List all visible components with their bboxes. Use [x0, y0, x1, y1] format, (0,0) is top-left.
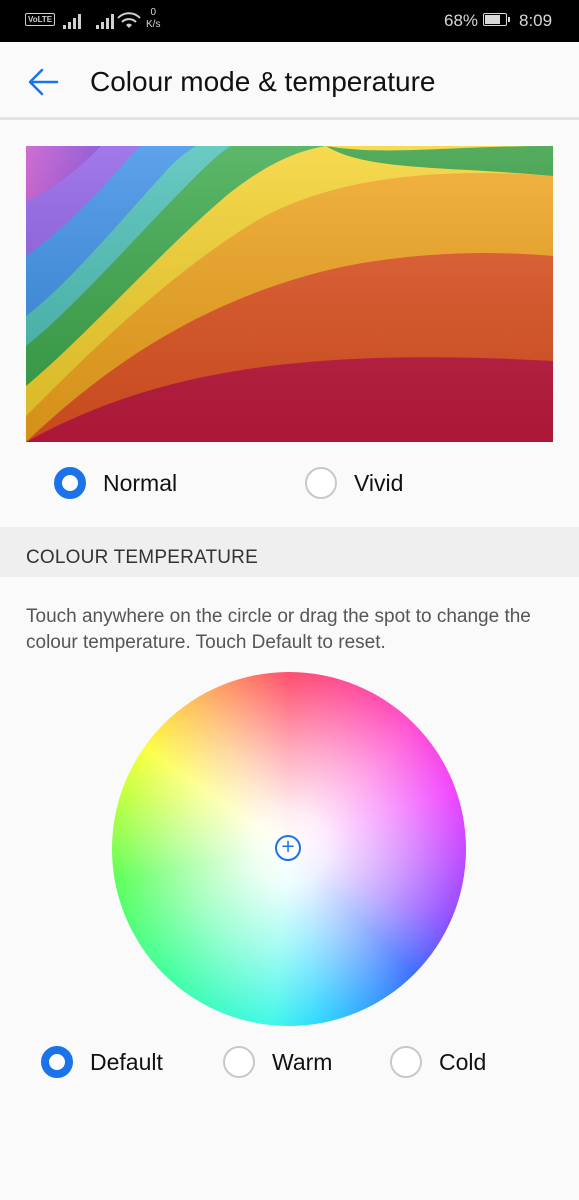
section-title: COLOUR TEMPERATURE: [26, 547, 258, 568]
network-speed-value: 0: [150, 7, 156, 18]
battery-level-fill: [485, 15, 500, 24]
radio-cold-indicator[interactable]: [390, 1046, 422, 1078]
radio-normal[interactable]: Normal: [54, 467, 177, 499]
clock: 8:09: [519, 11, 553, 30]
page-title: Colour mode & temperature: [90, 66, 436, 97]
signal-strength-icon: [63, 14, 81, 29]
temperature-spot-handle[interactable]: +: [275, 835, 301, 861]
radio-cold[interactable]: Cold: [390, 1046, 486, 1078]
radio-default[interactable]: Default: [41, 1046, 163, 1078]
battery-icon: [483, 13, 510, 26]
radio-vivid-indicator[interactable]: [305, 467, 337, 499]
colour-temperature-description: Touch anywhere on the circle or drag the…: [26, 606, 531, 653]
radio-cold-label: Cold: [439, 1048, 487, 1075]
signal-strength-icon-2: [96, 14, 114, 29]
radio-normal-indicator[interactable]: [54, 467, 86, 499]
radio-warm[interactable]: Warm: [223, 1046, 332, 1078]
radio-vivid-label: Vivid: [354, 469, 404, 496]
network-speed-unit: K/s: [146, 19, 161, 30]
battery-percent: 68%: [444, 11, 479, 30]
network-speed: 0 K/s: [146, 7, 160, 31]
radio-warm-label: Warm: [272, 1048, 333, 1075]
radio-vivid[interactable]: Vivid: [305, 467, 403, 499]
colour-preview-image: [26, 146, 553, 442]
radio-normal-label: Normal: [103, 469, 178, 496]
radio-default-indicator[interactable]: [41, 1046, 73, 1078]
wifi-icon: [117, 12, 141, 28]
radio-default-label: Default: [90, 1048, 163, 1075]
radio-warm-indicator[interactable]: [223, 1046, 255, 1078]
app-bar-divider: [0, 117, 579, 120]
arrow-left-icon[interactable]: [26, 64, 62, 100]
app-bar: Colour mode & temperature: [0, 42, 579, 118]
status-bar: VoLTE 0 K/s 68% 8:09: [0, 0, 579, 42]
volte-icon: VoLTE: [25, 13, 56, 26]
section-header: COLOUR TEMPERATURE: [0, 527, 579, 577]
